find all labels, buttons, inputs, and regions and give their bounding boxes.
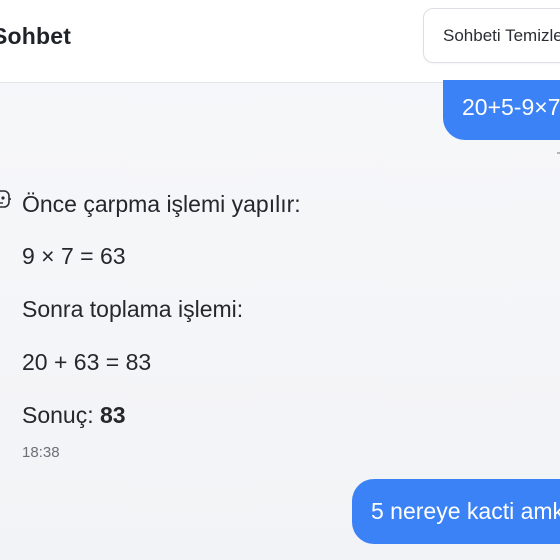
assistant-text-line: 9 × 7 = 63 — [22, 243, 126, 269]
assistant-result-line: Sonuç: 83 — [22, 401, 126, 429]
assistant-text-line: 20 + 63 = 83 — [22, 349, 152, 375]
result-value: 83 — [100, 402, 126, 428]
user-message-bubble: 5 nereye kacti amk — [352, 479, 560, 544]
chat-app: Sohbet Sohbeti Temizle 20+5-9×7 Önce çar… — [0, 0, 560, 560]
chat-header: Sohbet Sohbeti Temizle — [0, 0, 560, 83]
result-label: Sonuç: — [22, 402, 100, 428]
clear-chat-button[interactable]: Sohbeti Temizle — [423, 8, 560, 63]
robot-icon — [0, 190, 11, 208]
user-message-bubble: 20+5-9×7 — [443, 80, 560, 140]
assistant-text-line: Önce çarpma işlemi yapılır: — [22, 191, 301, 217]
assistant-text-line: Sonra toplama işlemi: — [22, 296, 244, 322]
message-timestamp: 18:38 — [22, 444, 60, 461]
page-title: Sohbet — [0, 23, 72, 49]
